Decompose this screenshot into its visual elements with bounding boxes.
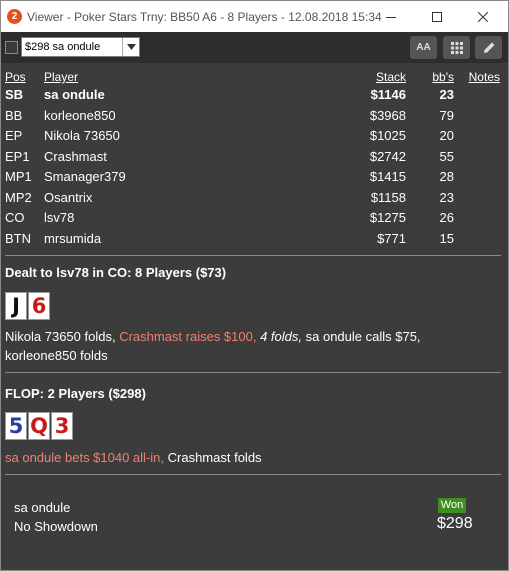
card-queen-heart: Q bbox=[28, 412, 50, 440]
player-pos: EP bbox=[5, 128, 23, 143]
player-row[interactable]: MP1 Smanager379 $1415 28 bbox=[1, 169, 508, 189]
player-pos: BTN bbox=[5, 230, 31, 246]
action-fold: korleone850 folds bbox=[5, 348, 108, 363]
player-stack: $1025 bbox=[369, 128, 406, 143]
hole-cards: J 6 bbox=[5, 292, 50, 320]
preflop-actions: Nikola 73650 folds, Crashmast raises $10… bbox=[5, 327, 485, 365]
player-row[interactable]: EP Nikola 73650 $1025 20 bbox=[1, 128, 508, 148]
won-badge: Won bbox=[438, 498, 466, 513]
section-divider bbox=[5, 255, 501, 256]
player-pos: BB bbox=[5, 107, 23, 123]
pencil-icon bbox=[483, 42, 494, 53]
minimize-button[interactable] bbox=[368, 1, 414, 32]
grid-button[interactable] bbox=[443, 36, 470, 59]
chevron-down-icon bbox=[122, 38, 139, 56]
header-bbs[interactable]: bb's bbox=[432, 70, 454, 84]
player-bbs: 23 bbox=[439, 87, 454, 102]
close-icon bbox=[478, 11, 488, 22]
player-name: lsv78 bbox=[44, 210, 75, 225]
action-fold: Crashmast folds bbox=[167, 450, 262, 465]
hand-checkbox[interactable] bbox=[5, 41, 18, 54]
player-name: korleone850 bbox=[44, 107, 116, 123]
player-bbs: 79 bbox=[439, 107, 454, 123]
card-five-diamond: 5 bbox=[5, 412, 27, 440]
action-call: sa ondule calls $75, bbox=[305, 329, 421, 344]
hand-select-value: $298 sa ondule bbox=[25, 41, 101, 53]
player-row[interactable]: EP1 Crashmast $2742 55 bbox=[1, 149, 508, 169]
player-stack: $771 bbox=[377, 230, 406, 246]
player-bbs: 28 bbox=[439, 169, 454, 184]
player-row[interactable]: MP2 Osantrix $1158 23 bbox=[1, 190, 508, 210]
window-title: Viewer - Poker Stars Trny: BB50 A6 - 8 P… bbox=[27, 10, 382, 24]
hand-content: Pos Player Stack bb's Notes SB sa ondule… bbox=[1, 63, 508, 570]
player-bbs: 20 bbox=[439, 128, 454, 143]
player-name: sa ondule bbox=[44, 87, 105, 102]
card-six-heart: 6 bbox=[28, 292, 50, 320]
header-notes[interactable]: Notes bbox=[469, 70, 500, 84]
player-pos: SB bbox=[5, 87, 24, 102]
player-row[interactable]: CO lsv78 $1275 26 bbox=[1, 210, 508, 230]
player-name: mrsumida bbox=[44, 230, 102, 246]
player-name: Nikola 73650 bbox=[44, 128, 120, 143]
player-stack: $2742 bbox=[369, 148, 406, 164]
action-folds-count: 4 folds, bbox=[260, 329, 306, 344]
flop-actions: sa ondule bets $1040 all-in, Crashmast f… bbox=[5, 448, 485, 467]
action-raise: Crashmast raises $100, bbox=[119, 329, 261, 344]
player-stack: $1275 bbox=[369, 210, 406, 225]
maximize-button[interactable] bbox=[414, 1, 460, 32]
won-amount: $298 bbox=[437, 515, 473, 532]
winner-name: sa ondule bbox=[14, 500, 71, 515]
player-name: Osantrix bbox=[44, 189, 93, 205]
hand-select-dropdown[interactable]: $298 sa ondule bbox=[21, 37, 140, 57]
board-cards: 5 Q 3 bbox=[5, 412, 73, 440]
player-pos: MP1 bbox=[5, 169, 32, 184]
font-size-button[interactable]: AA bbox=[410, 36, 437, 59]
font-size-label: AA bbox=[416, 42, 431, 53]
header-stack[interactable]: Stack bbox=[376, 70, 406, 84]
maximize-icon bbox=[432, 11, 442, 22]
toolbar: $298 sa ondule AA bbox=[1, 32, 508, 63]
flop-heading: FLOP: 2 Players ($298) bbox=[5, 386, 146, 401]
preflop-heading: Dealt to lsv78 in CO: 8 Players ($73) bbox=[5, 265, 227, 280]
section-divider bbox=[5, 474, 501, 475]
action-bet: sa ondule bets $1040 all-in, bbox=[5, 450, 168, 465]
player-bbs: 55 bbox=[439, 148, 454, 164]
edit-button[interactable] bbox=[475, 36, 502, 59]
player-stack: $1146 bbox=[370, 87, 406, 102]
card-three-heart: 3 bbox=[51, 412, 73, 440]
player-stack: $1158 bbox=[370, 189, 406, 205]
header-player[interactable]: Player bbox=[44, 70, 78, 84]
card-jack-spade: J bbox=[5, 292, 27, 320]
grid-icon bbox=[450, 41, 463, 54]
player-row[interactable]: BTN mrsumida $771 15 bbox=[1, 231, 508, 251]
viewer-window: 2 Viewer - Poker Stars Trny: BB50 A6 - 8… bbox=[0, 0, 509, 571]
player-bbs: 23 bbox=[439, 189, 454, 205]
minimize-icon bbox=[386, 16, 396, 18]
player-stack: $3968 bbox=[369, 107, 406, 123]
player-stack: $1415 bbox=[369, 169, 406, 184]
title-bar: 2 Viewer - Poker Stars Trny: BB50 A6 - 8… bbox=[1, 1, 508, 32]
section-divider bbox=[5, 372, 501, 373]
app-logo-icon: 2 bbox=[7, 9, 22, 24]
player-pos: CO bbox=[5, 210, 25, 225]
player-row[interactable]: BB korleone850 $3968 79 bbox=[1, 108, 508, 128]
header-pos[interactable]: Pos bbox=[5, 70, 26, 84]
player-name: Crashmast bbox=[44, 148, 107, 164]
close-button[interactable] bbox=[460, 1, 506, 32]
player-bbs: 26 bbox=[439, 210, 454, 225]
player-row[interactable]: SB sa ondule $1146 23 bbox=[1, 87, 508, 107]
action-fold: Nikola 73650 folds, bbox=[5, 329, 120, 344]
player-pos: EP1 bbox=[5, 148, 30, 164]
player-pos: MP2 bbox=[5, 189, 32, 205]
showdown-status: No Showdown bbox=[14, 519, 98, 534]
player-name: Smanager379 bbox=[44, 169, 126, 184]
player-bbs: 15 bbox=[439, 230, 454, 246]
